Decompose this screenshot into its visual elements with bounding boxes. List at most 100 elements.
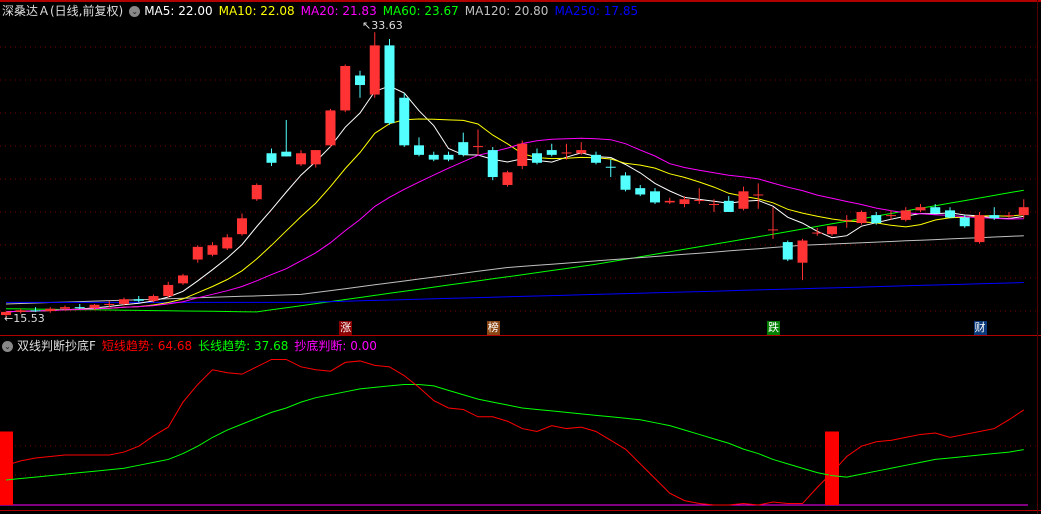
candle-body xyxy=(635,188,646,195)
ma-legend-ma250: MA250: 17.85 xyxy=(554,4,639,18)
candle-body xyxy=(399,97,410,146)
event-badge[interactable]: 涨 xyxy=(339,321,353,335)
candle-body xyxy=(104,303,115,305)
candle-body xyxy=(222,237,233,249)
short-trend-label: 短线趋势: 64.68 xyxy=(101,339,193,353)
candle-body xyxy=(207,245,218,255)
candle-body xyxy=(886,215,896,217)
low-price-marker: ←15.53 xyxy=(4,312,45,325)
candle-body xyxy=(738,191,749,209)
candle-body xyxy=(679,199,690,205)
candle-body xyxy=(355,75,365,86)
ma-line-ma5 xyxy=(5,85,1024,313)
candle-body xyxy=(340,66,351,111)
bottom-signal-bar xyxy=(0,431,13,505)
short-trend-line xyxy=(5,358,1025,506)
candle-body xyxy=(546,150,557,155)
candle-body xyxy=(915,207,926,211)
chevron-down-icon[interactable]: ⌄ xyxy=(129,5,141,17)
candle-body xyxy=(251,184,262,200)
candle-body xyxy=(487,150,498,178)
bottom-signal-label: 抄底判断: 0.00 xyxy=(294,339,377,353)
candle-body xyxy=(856,211,867,224)
candle-body xyxy=(591,154,601,163)
candle-body xyxy=(871,215,882,224)
chart-title: 深桑达Ａ(日线,前复权) xyxy=(2,4,124,18)
candle-body xyxy=(605,166,616,168)
candle-body xyxy=(576,150,587,154)
kline-chart[interactable] xyxy=(0,0,1041,514)
candle-body xyxy=(620,175,631,190)
candle-body xyxy=(60,307,70,309)
ma-line-ma20 xyxy=(5,137,1024,313)
indicator-header: ⌄ 双线判断抄底F 短线趋势: 64.68 长线趋势: 37.68 抄底判断: … xyxy=(2,338,383,354)
event-badge[interactable]: 财 xyxy=(973,321,987,335)
candle-body xyxy=(163,284,174,297)
low-price-value: 15.53 xyxy=(13,312,45,325)
candle-body xyxy=(45,308,56,312)
candle-body xyxy=(281,151,292,157)
candle-body xyxy=(974,215,985,243)
candle-body xyxy=(945,210,955,218)
candle-body xyxy=(237,218,247,235)
chevron-down-icon[interactable]: ⌄ xyxy=(2,340,13,352)
high-price-marker: ↖33.63 xyxy=(362,19,403,32)
candle-body xyxy=(797,240,808,263)
candle-body xyxy=(473,146,483,148)
event-badge[interactable]: 跌 xyxy=(767,321,780,335)
candle-body xyxy=(133,299,144,301)
ma-line-ma60 xyxy=(5,189,1024,313)
candle-body xyxy=(930,207,941,214)
event-badge[interactable]: 榜 xyxy=(486,321,500,335)
candle-body xyxy=(192,246,203,260)
candle-body xyxy=(148,296,159,301)
candle-body xyxy=(458,142,469,155)
candle-body xyxy=(178,275,188,284)
candle-body xyxy=(325,110,336,146)
candle-body xyxy=(650,191,660,203)
main-chart-header: 深桑达Ａ(日线,前复权) ⌄ MA5: 22.00 MA10: 22.08 MA20… xyxy=(2,3,644,19)
long-trend-label: 长线趋势: 37.68 xyxy=(198,339,289,353)
candle-body xyxy=(694,200,705,202)
candle-body xyxy=(989,215,1000,219)
candle-body xyxy=(827,226,837,235)
indicator-title: 双线判断抄底F xyxy=(17,339,96,353)
candle-body xyxy=(384,45,395,124)
ma-line-ma10 xyxy=(5,118,1024,313)
candle-body xyxy=(296,153,306,165)
candle-body xyxy=(532,153,542,163)
candle-body xyxy=(768,229,778,231)
candle-body xyxy=(119,299,129,304)
candle-body xyxy=(428,154,439,160)
candle-body xyxy=(443,154,454,160)
candle-body xyxy=(782,242,793,260)
candle-body xyxy=(753,194,764,196)
ma-legend-ma10: MA10: 22.08 xyxy=(218,4,295,18)
candle-body xyxy=(414,145,424,155)
candle-body xyxy=(900,210,911,220)
candle-body xyxy=(310,150,321,165)
ma-legend-ma60: MA60: 23.67 xyxy=(382,4,459,18)
candle-body xyxy=(1018,207,1029,216)
candle-body xyxy=(517,143,528,166)
candle-body xyxy=(502,172,513,185)
candle-body xyxy=(561,152,572,154)
candle-body xyxy=(841,219,852,221)
bottom-signal-bar xyxy=(825,431,839,505)
ma-legend-ma5: MA5: 22.00 xyxy=(144,4,213,18)
candle-body xyxy=(74,307,85,309)
ma-legend-ma20: MA20: 21.83 xyxy=(300,4,377,18)
long-trend-line xyxy=(5,383,1024,481)
candle-body xyxy=(369,45,380,95)
ma-line-ma120 xyxy=(5,235,1024,305)
high-price-value: 33.63 xyxy=(371,19,403,32)
ma-legend: MA5: 22.00 MA10: 22.08 MA20: 21.83 MA60: 23… xyxy=(144,3,644,19)
candle-body xyxy=(266,153,277,163)
candle-body xyxy=(1004,215,1014,217)
ma-legend-ma120: MA120: 20.80 xyxy=(464,4,549,18)
candle-body xyxy=(89,304,100,308)
candle-body xyxy=(723,200,734,212)
candle-body xyxy=(812,232,823,234)
candle-body xyxy=(959,217,970,227)
candle-body xyxy=(664,200,675,203)
